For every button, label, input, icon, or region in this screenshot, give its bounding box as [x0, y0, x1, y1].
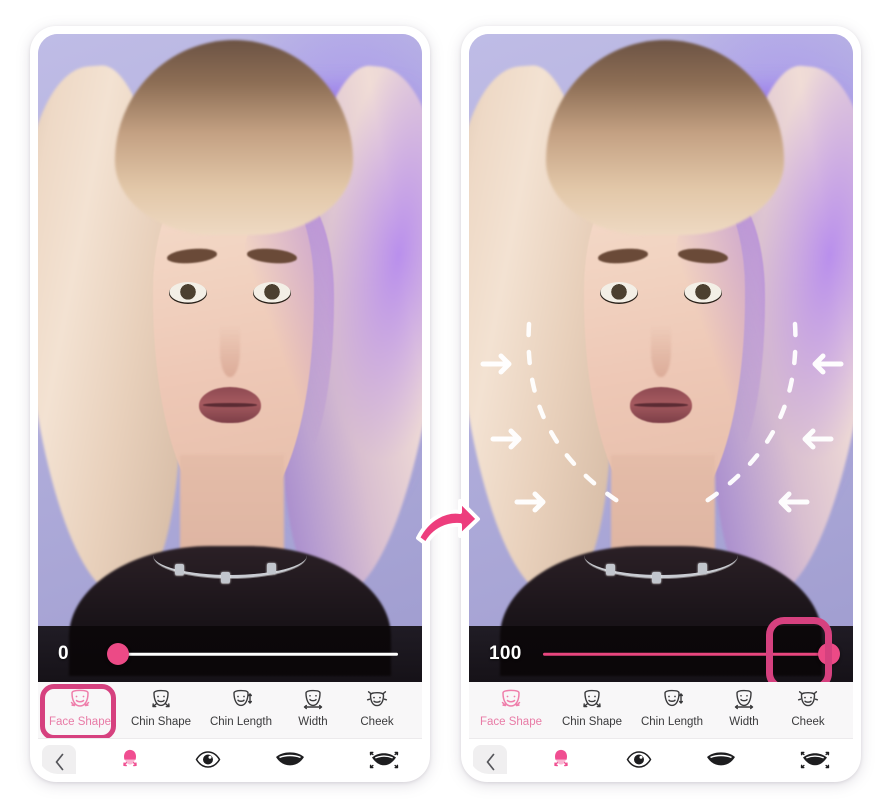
tool-label: Chin Shape: [561, 716, 623, 728]
tool-teeth-whitener[interactable]: Teeth Whitener: [671, 745, 771, 774]
face-width-icon: [729, 689, 759, 713]
face-reshape-icon: [115, 748, 145, 772]
teeth-whitener-icon: [704, 748, 738, 772]
feature-tool-row[interactable]: r Face Reshape: [38, 738, 422, 774]
portrait-photo: [38, 34, 422, 682]
tool-lip-reshape[interactable]: Lip Reshape: [340, 745, 422, 774]
slider-knob[interactable]: [818, 643, 841, 665]
slider-track[interactable]: [112, 652, 398, 656]
lip-reshape-icon: [798, 748, 832, 772]
lips: [630, 387, 692, 424]
feature-tool-row[interactable]: r Face Reshape: [469, 738, 853, 774]
after-toolbars: Face Shape Chin Shape Chin Length Width …: [469, 682, 853, 774]
face-shape-tool-row[interactable]: Face Shape Chin Shape Chin Length Width …: [38, 682, 422, 738]
tool-face-shape[interactable]: Face Shape: [469, 686, 553, 729]
eye-right: [684, 281, 723, 304]
tool-teeth-whitener[interactable]: Teeth Whitener: [240, 745, 340, 774]
tool-lip-reshape[interactable]: Lip Reshape: [771, 745, 853, 774]
tool-label: Face Shape: [479, 716, 542, 728]
intensity-slider-bar[interactable]: 100: [469, 626, 853, 682]
tool-label: Face Shape: [48, 716, 111, 728]
tool-width[interactable]: Width: [282, 686, 344, 729]
tool-chin-more[interactable]: Ch: [410, 686, 422, 729]
chevron-left-icon: [54, 753, 65, 775]
tool-face-reshape[interactable]: Face Reshape: [515, 745, 607, 774]
lips: [199, 387, 261, 424]
before-photo-screen[interactable]: 0: [38, 34, 422, 682]
tool-chin-shape[interactable]: Chin Shape: [122, 686, 200, 729]
after-photo-screen[interactable]: 100: [469, 34, 853, 682]
nose: [220, 325, 240, 378]
transition-arrow: [412, 492, 482, 554]
slider-value-label: 100: [489, 643, 522, 664]
comparison-stage: 0 Face Shape Chin Shape Chin Length Widt…: [0, 0, 889, 805]
tool-face-shape[interactable]: Face Shape: [38, 684, 122, 738]
tool-cheek[interactable]: Cheek: [344, 686, 410, 729]
chin-shape-icon: [146, 689, 176, 713]
tool-label: Chin Length: [209, 716, 273, 728]
lip-reshape-icon: [367, 748, 401, 772]
chevron-left-icon: [485, 753, 496, 775]
before-panel: 0 Face Shape Chin Shape Chin Length Widt…: [30, 26, 430, 782]
tool-label: Chin Shape: [130, 716, 192, 728]
tool-label: Chin Length: [640, 716, 704, 728]
necklace: [153, 533, 307, 583]
tool-chin-more[interactable]: Ch: [841, 686, 853, 729]
tool-eye-bag[interactable]: Eye Bag: [176, 745, 240, 774]
tool-eye-bag[interactable]: Eye Bag: [607, 745, 671, 774]
before-toolbars: Face Shape Chin Shape Chin Length Width …: [38, 682, 422, 774]
after-panel: 100 Face Shape Chin Shape Chin Length Wi…: [461, 26, 861, 782]
eye-left: [599, 281, 638, 304]
tool-label: Cheek: [360, 716, 394, 728]
chin-length-icon: [657, 689, 687, 713]
face-reshape-icon: [546, 748, 576, 772]
intensity-slider-bar[interactable]: 0: [38, 626, 422, 682]
tool-label: Width: [729, 716, 759, 728]
eye-bag-icon: [193, 748, 223, 772]
slider-track[interactable]: [543, 652, 829, 656]
necklace: [584, 533, 738, 583]
slider-track-wrap[interactable]: [106, 643, 404, 665]
slider-value-label: 0: [58, 643, 69, 664]
face-width-icon: [298, 689, 328, 713]
face-shape-icon: [496, 689, 526, 713]
slider-knob[interactable]: [106, 643, 129, 665]
back-button[interactable]: [42, 745, 76, 774]
chin-length-icon: [226, 689, 256, 713]
eye-right: [253, 281, 292, 304]
cheek-icon: [793, 689, 823, 713]
eye-bag-icon: [624, 748, 654, 772]
tool-cheek[interactable]: Cheek: [775, 686, 841, 729]
cheek-icon: [362, 689, 392, 713]
tool-width[interactable]: Width: [713, 686, 775, 729]
portrait-photo: [469, 34, 853, 682]
teeth-whitener-icon: [273, 748, 307, 772]
slider-track-wrap[interactable]: [543, 643, 841, 665]
tool-chin-length[interactable]: Chin Length: [200, 686, 282, 729]
back-button[interactable]: [473, 745, 507, 774]
face-shape-icon: [65, 689, 95, 713]
tool-face-reshape[interactable]: Face Reshape: [84, 745, 176, 774]
chin-shape-icon: [577, 689, 607, 713]
tool-chin-length[interactable]: Chin Length: [631, 686, 713, 729]
tool-label: Width: [298, 716, 328, 728]
tool-chin-shape[interactable]: Chin Shape: [553, 686, 631, 729]
eye-left: [168, 281, 207, 304]
nose: [651, 325, 671, 378]
face-shape-tool-row[interactable]: Face Shape Chin Shape Chin Length Width …: [469, 682, 853, 738]
tool-label: Cheek: [791, 716, 825, 728]
